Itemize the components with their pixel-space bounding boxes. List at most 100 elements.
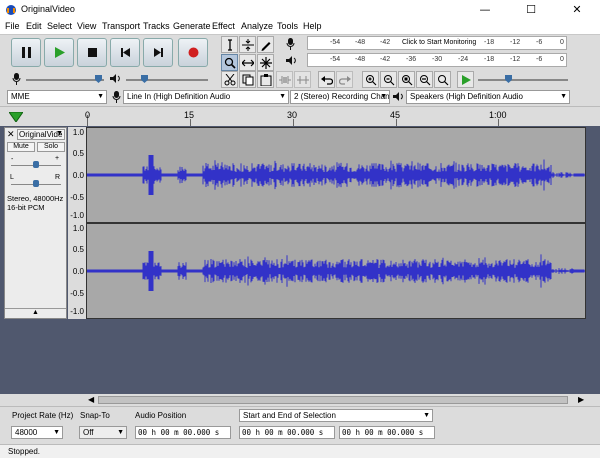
- multi-tool[interactable]: [257, 54, 274, 71]
- fit-project-button[interactable]: [416, 71, 433, 88]
- track-control-panel[interactable]: ✕ OriginalVide ▼ Mute Solo - + L R Stereo…: [4, 127, 67, 319]
- waveform-left: [86, 155, 585, 195]
- minimize-button[interactable]: —: [462, 0, 508, 20]
- time-shift-tool[interactable]: [239, 54, 256, 71]
- speaker-icon[interactable]: [286, 55, 297, 66]
- track-menu-button[interactable]: OriginalVide ▼: [17, 129, 65, 140]
- project-rate-select[interactable]: 48000 ▼: [11, 426, 63, 439]
- draw-tool[interactable]: [257, 36, 274, 53]
- play-at-speed-button[interactable]: [457, 71, 474, 88]
- close-track-icon[interactable]: ✕: [7, 130, 15, 140]
- waveform-channel-left[interactable]: [86, 127, 586, 223]
- snap-to-select[interactable]: Off ▼: [79, 426, 127, 439]
- selection-end-field[interactable]: 00 h 00 m 00.000 s: [339, 426, 435, 439]
- menu-tools[interactable]: Tools: [277, 21, 298, 31]
- copy-button[interactable]: [239, 71, 256, 88]
- playback-tick: -6: [536, 56, 543, 63]
- start-monitoring-hint[interactable]: Click to Start Monitoring: [402, 39, 476, 46]
- menu-effect[interactable]: Effect: [212, 21, 235, 31]
- waveform-channel-right[interactable]: [86, 223, 586, 319]
- menu-transport[interactable]: Transport: [102, 21, 140, 31]
- zoom-selection-icon: [402, 75, 413, 86]
- audio-position-field[interactable]: 00 h 00 m 00.000 s: [135, 426, 231, 439]
- menu-generate[interactable]: Generate: [173, 21, 211, 31]
- horizontal-scrollbar[interactable]: ◀ ▶: [0, 394, 600, 406]
- scrollbar-thumb[interactable]: [98, 396, 568, 404]
- playback-volume-icon: [110, 74, 120, 83]
- trim-audio-button[interactable]: [276, 71, 293, 88]
- maximize-button[interactable]: ☐: [508, 0, 554, 20]
- zoom-tool[interactable]: [221, 54, 238, 71]
- pan-left-label: L: [10, 174, 14, 181]
- play-speed-thumb[interactable]: [505, 75, 512, 83]
- stop-button[interactable]: [77, 38, 107, 67]
- pinned-play-head-icon[interactable]: [9, 112, 23, 122]
- playback-tick: -54: [330, 56, 341, 63]
- solo-button[interactable]: Solo: [37, 142, 65, 152]
- playback-volume-thumb[interactable]: [141, 75, 148, 83]
- silence-audio-button[interactable]: [294, 71, 311, 88]
- menu-file[interactable]: File: [5, 21, 20, 31]
- zoom-out-button[interactable]: [380, 71, 397, 88]
- pan-thumb[interactable]: [33, 180, 39, 187]
- zoom-toggle-button[interactable]: [434, 71, 451, 88]
- scroll-right-icon[interactable]: ▶: [578, 395, 584, 404]
- skip-to-start-button[interactable]: [110, 38, 140, 67]
- chevron-down-icon: ▼: [56, 130, 63, 137]
- record-volume-thumb[interactable]: [95, 75, 102, 83]
- play-speed-slider[interactable]: [478, 79, 568, 81]
- audio-host-value: MME: [11, 92, 30, 101]
- zoom-in-icon: [366, 75, 377, 86]
- zoom-in-button[interactable]: [362, 71, 379, 88]
- scale-label: 0.5: [72, 245, 84, 254]
- cut-button[interactable]: [221, 71, 238, 88]
- playback-meter[interactable]: -54 -48 -42 -36 -30 -24 -18 -12 -6 0: [307, 53, 567, 67]
- envelope-tool[interactable]: [239, 36, 256, 53]
- playback-tick: -24: [458, 56, 469, 63]
- gain-max-label: +: [55, 155, 60, 162]
- fit-selection-button[interactable]: [398, 71, 415, 88]
- skip-to-end-button[interactable]: [143, 38, 173, 67]
- scroll-left-icon[interactable]: ◀: [88, 395, 94, 404]
- ruler-label: 1:00: [489, 110, 507, 120]
- timeline-ruler[interactable]: 0 15 30 45 1:00: [0, 106, 600, 127]
- input-device-select[interactable]: Line In (High Definition Audio ▼: [123, 90, 289, 104]
- record-meter[interactable]: -54 -48 -42 Click to Start Monitoring -1…: [307, 36, 567, 50]
- undo-button[interactable]: [318, 71, 335, 88]
- redo-button[interactable]: [336, 71, 353, 88]
- audio-host-select[interactable]: MME ▼: [7, 90, 107, 104]
- output-device-select[interactable]: Speakers (High Definition Audio ▼: [406, 90, 570, 104]
- gain-thumb[interactable]: [33, 161, 39, 168]
- record-button[interactable]: [178, 38, 208, 67]
- track-area[interactable]: ✕ OriginalVide ▼ Mute Solo - + L R Stereo…: [0, 126, 600, 394]
- record-volume-slider[interactable]: [26, 79, 104, 81]
- menu-view[interactable]: View: [77, 21, 96, 31]
- trim-icon: [279, 76, 291, 84]
- playback-volume-slider[interactable]: [126, 79, 208, 81]
- gain-min-label: -: [11, 156, 14, 163]
- ibeam-icon: [228, 39, 232, 51]
- menu-help[interactable]: Help: [303, 21, 322, 31]
- close-button[interactable]: ✕: [554, 0, 600, 20]
- menu-analyze[interactable]: Analyze: [241, 21, 273, 31]
- menu-edit[interactable]: Edit: [26, 21, 42, 31]
- title-bar: OriginalVideo — ☐ ✕: [0, 0, 600, 20]
- menu-select[interactable]: Select: [47, 21, 72, 31]
- play-button[interactable]: [44, 38, 74, 67]
- audio-position-value: 00 h 00 m 00.000 s: [138, 428, 220, 437]
- selection-tool[interactable]: [221, 36, 238, 53]
- device-toolbar: MME ▼ Line In (High Definition Audio ▼ 2 (…: [0, 88, 600, 106]
- paste-button[interactable]: [257, 71, 274, 88]
- selection-start-field[interactable]: 00 h 00 m 00.000 s: [239, 426, 335, 439]
- playback-tick: -12: [510, 56, 521, 63]
- collapse-track-button[interactable]: ▲: [5, 308, 66, 318]
- menu-tracks[interactable]: Tracks: [143, 21, 170, 31]
- pause-button[interactable]: [11, 38, 41, 67]
- selection-end-value: 00 h 00 m 00.000 s: [342, 428, 424, 437]
- selection-mode-select[interactable]: Start and End of Selection ▼: [239, 409, 433, 422]
- mute-button[interactable]: Mute: [7, 142, 35, 152]
- audacity-logo-icon: [6, 5, 16, 15]
- input-channels-select[interactable]: 2 (Stereo) Recording Chan ▼: [290, 90, 390, 104]
- amplitude-scale-right: 1.0 0.5 0.0 -0.5 -1.0: [68, 223, 86, 319]
- microphone-icon[interactable]: [286, 38, 295, 50]
